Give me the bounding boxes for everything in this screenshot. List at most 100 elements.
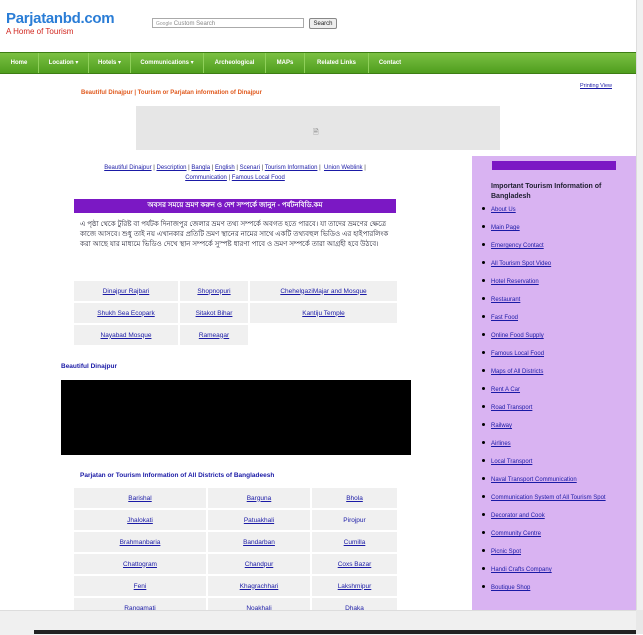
spot-link[interactable]: Shopnopuri — [197, 288, 230, 295]
district-cell[interactable]: Barguna — [208, 488, 310, 508]
search-button[interactable]: Search — [309, 18, 337, 29]
district-link[interactable]: Bandarban — [243, 539, 275, 546]
nav-related-links[interactable]: Related Links — [305, 53, 369, 73]
district-link[interactable]: Jhalokati — [127, 517, 153, 524]
sidebar-link[interactable]: Online Food Supply — [491, 333, 544, 339]
spot-link[interactable]: Shukh Sea Ecopark — [97, 310, 154, 317]
quick-link-union-weblink[interactable]: Union Weblink — [324, 165, 363, 171]
nav-communications[interactable]: Communications ▾ — [131, 53, 204, 73]
district-cell[interactable]: Jhalokati — [74, 510, 206, 530]
quick-link-famous-local-food[interactable]: Famous Local Food — [232, 175, 285, 181]
district-cell[interactable]: Bandarban — [208, 532, 310, 552]
horizontal-scrollbar-thumb[interactable] — [34, 630, 636, 634]
sidebar-item-road-transport[interactable]: Road Transport — [480, 405, 640, 423]
nav-hotels[interactable]: Hotels ▾ — [89, 53, 131, 73]
district-link[interactable]: Feni — [134, 583, 147, 590]
district-link[interactable]: Barguna — [247, 495, 272, 502]
sidebar-item-handi-crafts[interactable]: Handi Crafts Company — [480, 567, 640, 585]
sidebar-link[interactable]: Airlines — [491, 441, 511, 447]
spot-cell[interactable]: Shopnopuri — [180, 281, 248, 301]
sidebar-item-hotel-reservation[interactable]: Hotel Reservation — [480, 279, 640, 297]
sidebar-item-picnic-spot[interactable]: Picnic Spot — [480, 549, 640, 567]
district-link[interactable]: Bhola — [346, 495, 363, 502]
vertical-scrollbar[interactable] — [636, 0, 643, 610]
sidebar-item-main-page[interactable]: Main Page — [480, 225, 640, 243]
district-cell[interactable]: Cumilla — [312, 532, 397, 552]
district-cell[interactable]: Brahmanbaria — [74, 532, 206, 552]
nav-location[interactable]: Location ▾ — [39, 53, 89, 73]
quick-link-communication[interactable]: Communication — [185, 175, 227, 181]
sidebar-link[interactable]: Communication System of All Tourism Spot — [491, 495, 606, 501]
district-link[interactable]: Barishal — [128, 495, 151, 502]
sidebar-item-airlines[interactable]: Airlines — [480, 441, 640, 459]
district-link[interactable]: Khagrachhari — [240, 583, 279, 590]
video-player[interactable] — [61, 380, 411, 455]
sidebar-item-communication-system[interactable]: Communication System of All Tourism Spot — [480, 495, 640, 513]
spot-link[interactable]: Sitakot Bihar — [196, 310, 233, 317]
sidebar-item-boutique-shop[interactable]: Boutique Shop — [480, 585, 640, 603]
site-logo-title[interactable]: Parjatanbd.com — [6, 10, 115, 27]
district-link[interactable]: Coxs Bazar — [338, 561, 372, 568]
district-cell[interactable]: Lakshmipur — [312, 576, 397, 596]
sidebar-item-community-centre[interactable]: Community Centre — [480, 531, 640, 549]
district-cell[interactable]: Bhola — [312, 488, 397, 508]
sidebar-link[interactable]: All Tourism Spot Video — [491, 261, 551, 267]
spot-link[interactable]: Nayabad Mosque — [101, 332, 152, 339]
printing-view-link[interactable]: Printing View — [580, 83, 612, 89]
sidebar-item-tourism-spot-video[interactable]: All Tourism Spot Video — [480, 261, 640, 279]
sidebar-link[interactable]: Rent A Car — [491, 387, 520, 393]
spot-cell[interactable]: Nayabad Mosque — [74, 325, 178, 345]
sidebar-link[interactable]: Local Transport — [491, 459, 532, 465]
sidebar-link[interactable]: Restaurant — [491, 297, 520, 303]
district-link[interactable]: Lakshmipur — [338, 583, 372, 590]
district-link[interactable]: Cumilla — [344, 539, 366, 546]
spot-link[interactable]: Kantiju Temple — [302, 310, 345, 317]
sidebar-link[interactable]: Fast Food — [491, 315, 518, 321]
sidebar-link[interactable]: Boutique Shop — [491, 585, 530, 591]
sidebar-item-online-food-supply[interactable]: Online Food Supply — [480, 333, 640, 351]
district-link[interactable]: Brahmanbaria — [120, 539, 161, 546]
spot-cell[interactable]: ChehelgaziMajar and Mosque — [250, 281, 397, 301]
district-cell[interactable]: Barishal — [74, 488, 206, 508]
sidebar-item-maps[interactable]: Maps of All Districts — [480, 369, 640, 387]
quick-link-tourism-information[interactable]: Tourism Information — [265, 165, 318, 171]
nav-contact[interactable]: Contact — [369, 53, 411, 73]
search-input[interactable]: Google Custom Search — [152, 18, 304, 28]
district-link[interactable]: Chattogram — [123, 561, 157, 568]
sidebar-link[interactable]: Emergency Contact — [491, 243, 544, 249]
sidebar-item-famous-local-food[interactable]: Famous Local Food — [480, 351, 640, 369]
district-cell[interactable]: Coxs Bazar — [312, 554, 397, 574]
sidebar-link[interactable]: Naval Transport Communication — [491, 477, 577, 483]
sidebar-item-rent-a-car[interactable]: Rent A Car — [480, 387, 640, 405]
quick-link-scenari[interactable]: Scenari — [240, 165, 260, 171]
district-cell[interactable]: Khagrachhari — [208, 576, 310, 596]
sidebar-link[interactable]: Road Transport — [491, 405, 532, 411]
sidebar-item-fast-food[interactable]: Fast Food — [480, 315, 640, 333]
spot-cell[interactable]: Sitakot Bihar — [180, 303, 248, 323]
sidebar-link[interactable]: Maps of All Districts — [491, 369, 543, 375]
district-cell[interactable]: Feni — [74, 576, 206, 596]
sidebar-item-emergency-contact[interactable]: Emergency Contact — [480, 243, 640, 261]
district-cell[interactable]: Chattogram — [74, 554, 206, 574]
sidebar-link[interactable]: Picnic Spot — [491, 549, 521, 555]
sidebar-item-restaurant[interactable]: Restaurant — [480, 297, 640, 315]
sidebar-link[interactable]: Decorator and Cook — [491, 513, 545, 519]
sidebar-link[interactable]: Famous Local Food — [491, 351, 544, 357]
spot-link[interactable]: Rameagar — [199, 332, 229, 339]
quick-link-english[interactable]: English — [215, 165, 235, 171]
spot-cell[interactable]: Shukh Sea Ecopark — [74, 303, 178, 323]
district-cell[interactable]: Patuakhali — [208, 510, 310, 530]
spot-cell[interactable]: Rameagar — [180, 325, 248, 345]
nav-maps[interactable]: MAPs — [266, 53, 305, 73]
sidebar-link[interactable]: Main Page — [491, 225, 520, 231]
spot-cell[interactable]: Dinajpur Rajbari — [74, 281, 178, 301]
quick-link-beautiful-dinajpur[interactable]: Beautiful Dinajpur — [104, 165, 151, 171]
sidebar-item-about-us[interactable]: About Us — [480, 207, 640, 225]
district-cell[interactable]: Chandpur — [208, 554, 310, 574]
nav-archeological[interactable]: Archeological — [204, 53, 266, 73]
sidebar-link[interactable]: Community Centre — [491, 531, 541, 537]
nav-home[interactable]: Home — [0, 53, 39, 73]
district-link[interactable]: Patuakhali — [244, 517, 274, 524]
district-text[interactable]: Pirojpur — [343, 517, 365, 524]
sidebar-item-decorator-cook[interactable]: Decorator and Cook — [480, 513, 640, 531]
